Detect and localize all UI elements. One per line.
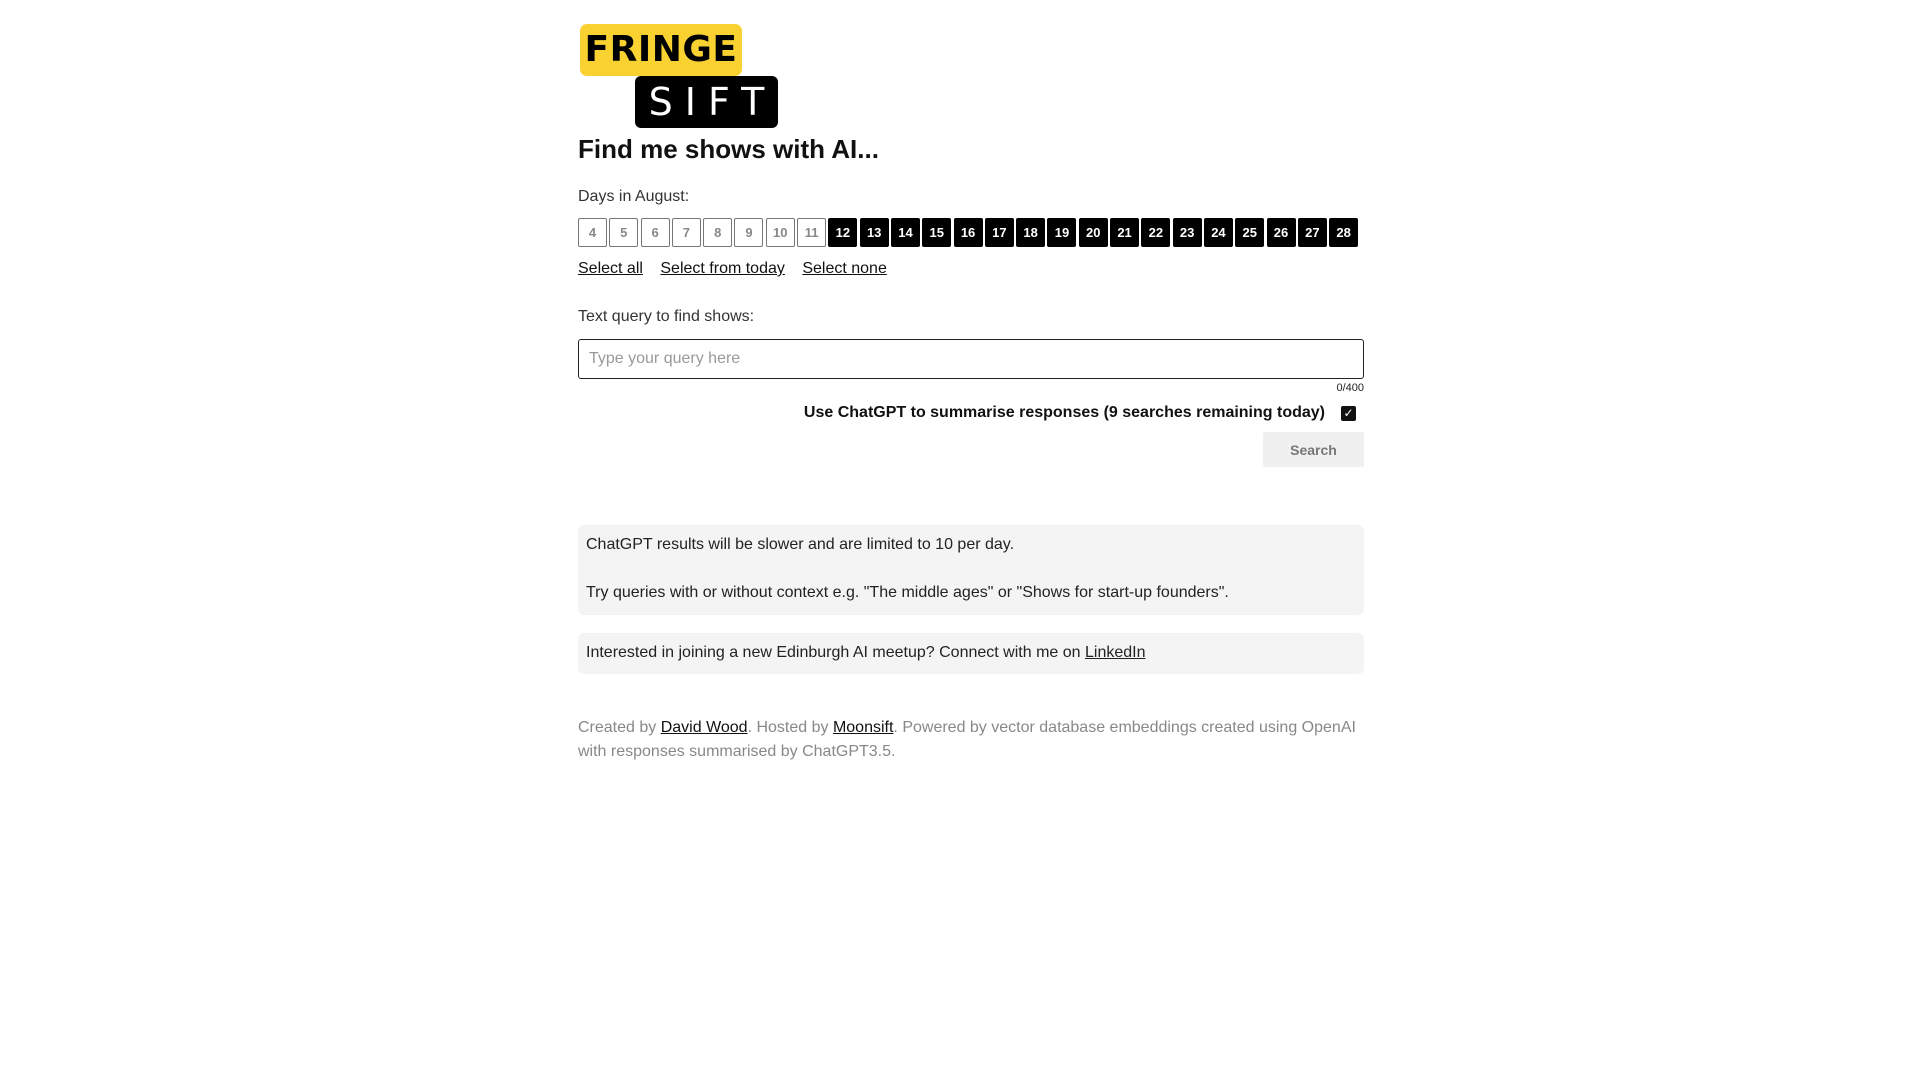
select-from-today-link[interactable]: Select from today (660, 260, 785, 277)
day-toggle-20[interactable]: 20 (1078, 218, 1108, 247)
query-label: Text query to find shows: (578, 308, 755, 325)
chatgpt-option-label: Use ChatGPT to summarise responses (9 se… (803, 404, 1325, 421)
day-toggle-28[interactable]: 28 (1329, 218, 1359, 247)
day-toggle-17[interactable]: 17 (984, 218, 1014, 247)
day-toggle-9[interactable]: 9 (734, 218, 764, 247)
info-line-limit: ChatGPT results will be slower and are l… (586, 536, 1015, 553)
char-count: 0/400 (1336, 382, 1364, 394)
day-toggle-4[interactable]: 4 (578, 218, 607, 247)
day-toggle-27[interactable]: 27 (1297, 218, 1327, 247)
linkedin-link[interactable]: LinkedIn (1085, 644, 1146, 661)
info-line-examples: Try queries with or without context e.g.… (586, 584, 1229, 601)
day-toggle-10[interactable]: 10 (765, 218, 795, 247)
day-toggle-23[interactable]: 23 (1172, 218, 1202, 247)
day-toggle-25[interactable]: 25 (1235, 218, 1265, 247)
day-toggle-13[interactable]: 13 (859, 218, 889, 247)
days-label: Days in August: (578, 188, 690, 205)
page-title: Find me shows with AI... (578, 134, 879, 164)
author-link[interactable]: David Wood (661, 719, 748, 736)
day-toggle-7[interactable]: 7 (671, 218, 701, 247)
logo-sift-word: SIFT (635, 76, 778, 128)
day-toggle-18[interactable]: 18 (1016, 218, 1046, 247)
day-toggle-19[interactable]: 19 (1047, 218, 1077, 247)
day-toggle-6[interactable]: 6 (640, 218, 670, 247)
chatgpt-checkbox[interactable]: ✓ (1341, 405, 1356, 421)
day-toggle-12[interactable]: 12 (828, 218, 858, 247)
day-toggle-16[interactable]: 16 (953, 218, 983, 247)
select-none-link[interactable]: Select none (802, 260, 887, 277)
day-toggle-5[interactable]: 5 (609, 218, 639, 247)
day-selector: 4 5 6 7 8 9 10 11 12 13 14 15 16 17 18 19 20 21 22 23 24 25 26… (578, 218, 1360, 247)
day-toggle-24[interactable]: 24 (1203, 218, 1233, 247)
day-toggle-21[interactable]: 21 (1110, 218, 1140, 247)
query-input[interactable] (578, 339, 1364, 379)
day-toggle-22[interactable]: 22 (1141, 218, 1171, 247)
chatgpt-option: Use ChatGPT to summarise responses (9 se… (804, 404, 1356, 422)
select-all-link[interactable]: Select all (578, 260, 643, 277)
footer-created-by: Created by (578, 719, 661, 736)
day-toggle-11[interactable]: 11 (797, 218, 827, 247)
chatgpt-info-box: ChatGPT results will be slower and are l… (578, 525, 1364, 615)
page-container: FRINGE SIFT Find me shows with AI... Day… (578, 0, 1364, 760)
search-button[interactable]: Search (1263, 432, 1364, 467)
footer-hosted-by: . Hosted by (747, 719, 833, 736)
day-toggle-8[interactable]: 8 (703, 218, 733, 247)
meetup-text: Interested in joining a new Edinburgh AI… (586, 644, 1085, 661)
day-toggle-14[interactable]: 14 (890, 218, 920, 247)
day-selection-links: Select all Select from today Select none (578, 260, 900, 278)
day-toggle-26[interactable]: 26 (1266, 218, 1296, 247)
footer: Created by David Wood. Hosted by Moonsif… (578, 716, 1364, 764)
logo-fringe-word: FRINGE (580, 24, 742, 76)
meetup-info-box: Interested in joining a new Edinburgh AI… (578, 633, 1364, 674)
day-toggle-15[interactable]: 15 (922, 218, 952, 247)
moonsift-link[interactable]: Moonsift (833, 719, 893, 736)
